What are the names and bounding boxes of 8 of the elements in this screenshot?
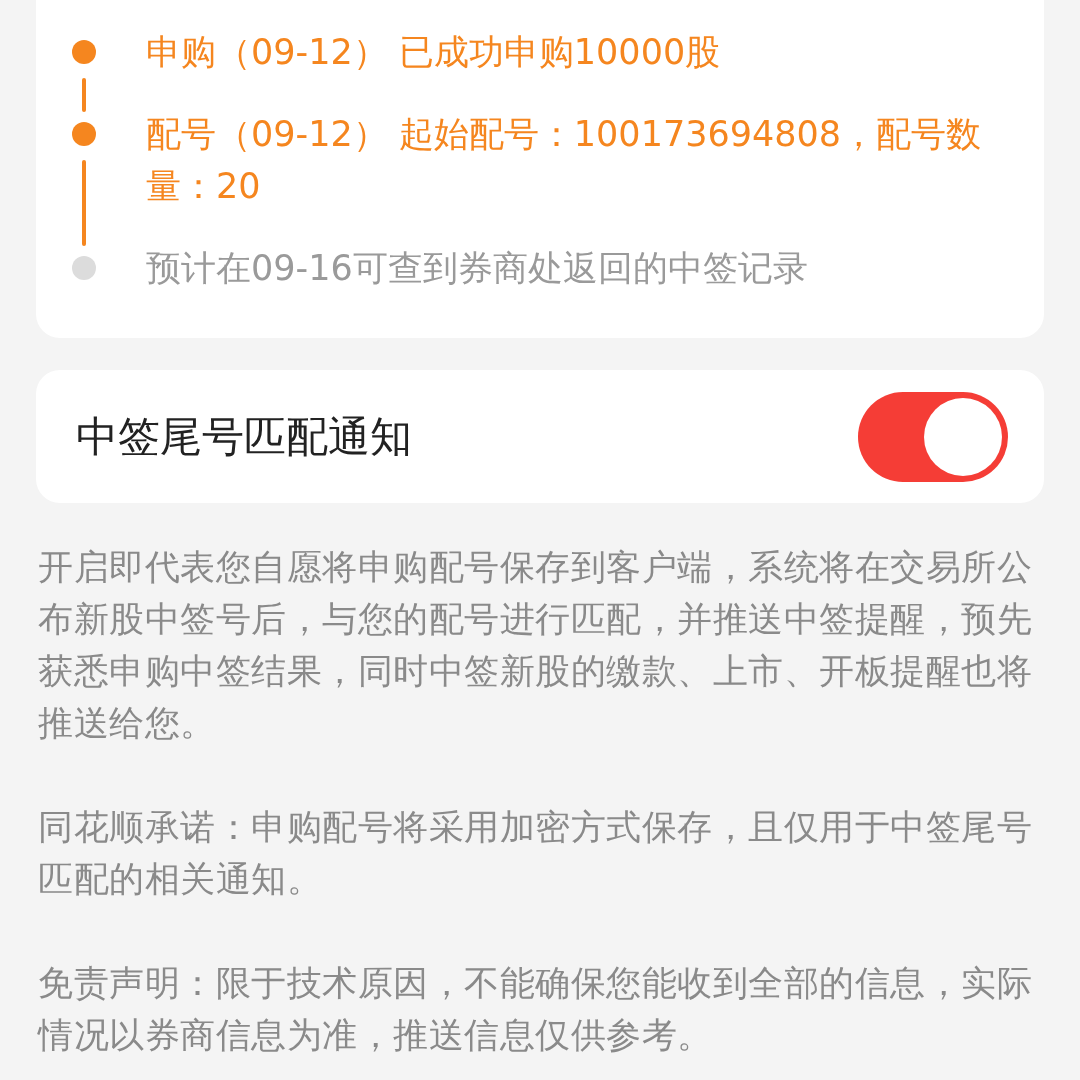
timeline-text: 申购（09-12） 已成功申购10000股 (146, 31, 722, 74)
timeline-text: 预计在09-16可查到券商处返回的中签记录 (146, 247, 809, 290)
note-paragraph: 同花顺承诺：申购配号将采用加密方式保存，且仅用于中签尾号匹配的相关通知。 (38, 806, 1033, 901)
timeline-text: 配号（09-12） 起始配号：100173694808，配号数量：20 (146, 113, 983, 208)
note-paragraph: 免责声明：限于技术原因，不能确保您能收到全部的信息，实际情况以券商信息为准，推送信息仅供参考。 (38, 962, 1033, 1057)
note-paragraph: 开启即代表您自愿将申购配号保存到客户端，系统将在交易所公布新股中签号后，与您的配号进行匹配，并推送中签提醒，预先获悉申购中签结果，同时中签新股的缴款、上市、开板提醒也将推送给您。 (38, 546, 1033, 745)
timeline-line (82, 78, 86, 112)
notification-label: 中签尾号匹配通知 (76, 411, 412, 463)
